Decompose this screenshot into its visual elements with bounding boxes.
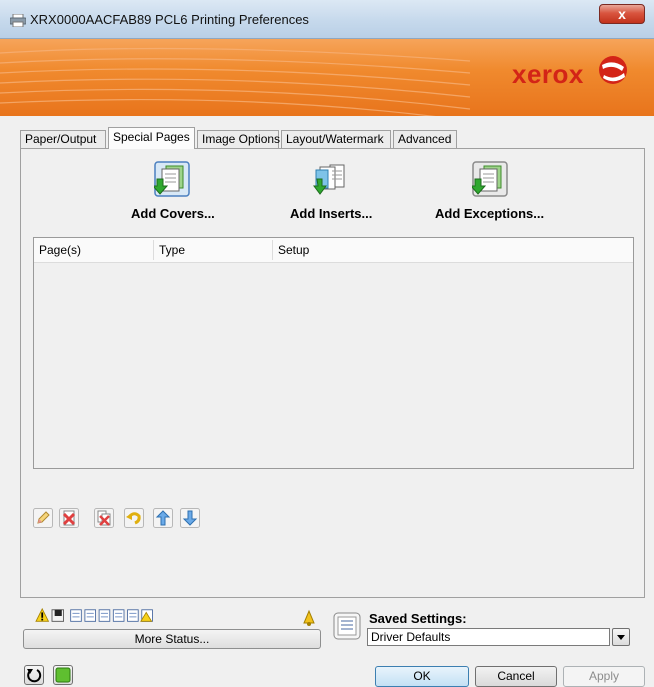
add-inserts-icon: [313, 164, 345, 195]
xerox-logo-text: xerox: [512, 59, 584, 89]
add-inserts-label: Add Inserts...: [290, 206, 373, 221]
xerox-logo-icon: [599, 56, 627, 84]
tab-special-pages[interactable]: Special Pages: [108, 127, 195, 149]
status-icons[interactable]: [24, 608, 224, 624]
cancel-button[interactable]: Cancel: [475, 666, 557, 687]
tab-image-options[interactable]: Image Options: [197, 130, 281, 148]
list-header: Page(s) Type Setup: [34, 238, 633, 263]
saved-settings-dropdown-button[interactable]: [612, 628, 630, 646]
apply-button[interactable]: Apply: [563, 666, 645, 687]
tab-label: Special Pages: [113, 130, 190, 144]
close-button[interactable]: x: [599, 4, 645, 24]
chevron-down-icon: [617, 635, 625, 640]
printing-preferences-window: XRX0000AACFAB89 PCL6 Printing Preference…: [0, 0, 654, 687]
add-exceptions-icon: [472, 161, 508, 197]
delete-icon[interactable]: [59, 508, 79, 528]
printer-icon: [10, 14, 26, 27]
saved-settings-label: Saved Settings:: [369, 611, 467, 626]
reset-button[interactable]: [24, 665, 44, 685]
column-label: Page(s): [39, 243, 82, 257]
title-bar: XRX0000AACFAB89 PCL6 Printing Preference…: [0, 0, 654, 39]
tab-label: Image Options: [202, 132, 281, 146]
ok-label: OK: [413, 669, 431, 683]
column-type-header[interactable]: Type: [154, 238, 272, 262]
notification-bell-icon[interactable]: [300, 609, 318, 627]
saved-settings-icon: [333, 612, 361, 640]
delete-all-icon[interactable]: [94, 508, 114, 528]
green-status-icon: [55, 667, 71, 683]
column-setup-header[interactable]: Setup: [273, 238, 633, 262]
close-icon: x: [618, 6, 626, 22]
tab-label: Paper/Output: [25, 132, 97, 146]
tab-label: Layout/Watermark: [286, 132, 384, 146]
tab-advanced[interactable]: Advanced: [393, 130, 457, 148]
saved-settings-select[interactable]: Driver Defaults: [367, 628, 610, 646]
help-button[interactable]: [53, 665, 73, 685]
cancel-label: Cancel: [497, 669, 535, 683]
undo-icon[interactable]: [124, 508, 144, 528]
reset-icon: [27, 669, 42, 683]
more-status-button[interactable]: More Status...: [23, 629, 321, 649]
special-pages-list[interactable]: Page(s) Type Setup: [33, 237, 634, 469]
ok-button[interactable]: OK: [375, 666, 469, 687]
move-up-icon[interactable]: [153, 508, 173, 528]
add-exceptions-label: Add Exceptions...: [435, 206, 545, 221]
column-label: Type: [159, 243, 186, 257]
tab-paper-output[interactable]: Paper/Output: [20, 130, 106, 148]
tab-label: Advanced: [398, 132, 452, 146]
xerox-banner: xerox: [0, 39, 654, 116]
edit-icon[interactable]: [33, 508, 53, 528]
tab-layout-watermark[interactable]: Layout/Watermark: [281, 130, 391, 148]
apply-label: Apply: [588, 669, 620, 683]
more-status-label: More Status...: [134, 632, 210, 646]
add-covers-label: Add Covers...: [131, 206, 215, 221]
saved-settings-value: Driver Defaults: [371, 630, 451, 644]
column-pages-header[interactable]: Page(s): [34, 238, 154, 262]
window-title: XRX0000AACFAB89 PCL6 Printing Preference…: [30, 12, 309, 27]
column-label: Setup: [278, 243, 310, 257]
move-down-icon[interactable]: [180, 508, 200, 528]
add-covers-icon: [154, 161, 190, 197]
